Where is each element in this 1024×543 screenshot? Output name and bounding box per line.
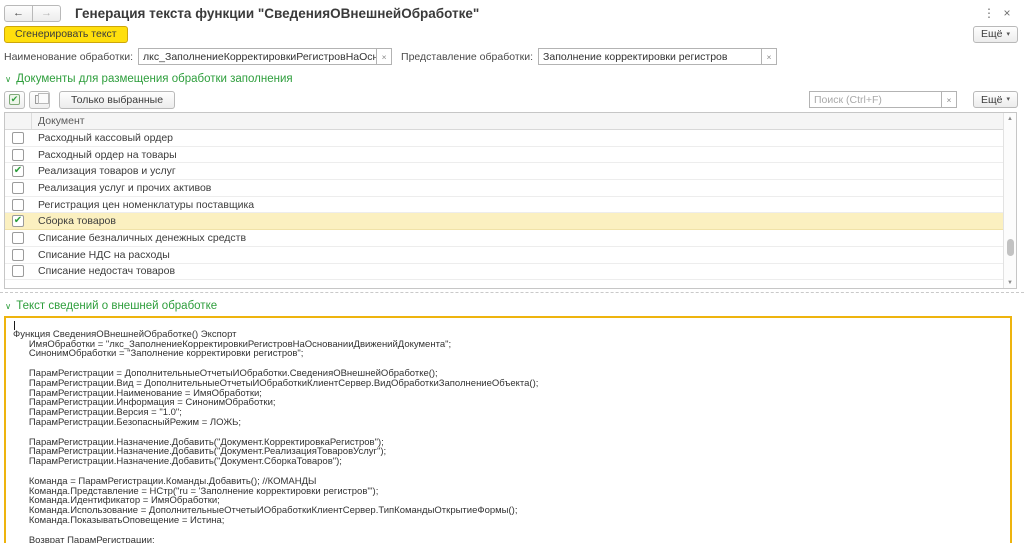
code-editor-lines: Функция СведенияОВнешнейОбработке() Эксп… (13, 320, 1010, 543)
table-row[interactable]: ✔ Сборка товаров (5, 213, 1003, 231)
row-checkbox[interactable] (12, 248, 24, 261)
row-checkbox[interactable] (12, 198, 24, 211)
code-line: Команда.ПоказыватьОповещение = Истина; (13, 514, 225, 526)
code-section-header[interactable]: ∨ Текст сведений о внешней обработке (0, 299, 1024, 313)
back-button[interactable]: ← (4, 4, 33, 22)
scroll-down-icon[interactable]: ▼ (1004, 278, 1016, 287)
table-row[interactable]: ✔ Реализация товаров и услуг (5, 163, 1003, 181)
text-cursor (14, 321, 15, 330)
code-line: ПарамРегистрации.БезопасныйРежим = ЛОЖЬ; (13, 416, 241, 428)
documents-table: Документ Расходный кассовый ордер Расходн… (4, 112, 1017, 289)
presentation-label: Представление обработки: (401, 50, 534, 63)
forward-arrow-icon: → (41, 6, 52, 19)
presentation-field[interactable]: Заполнение корректировки регистров (539, 49, 761, 64)
command-bar: Сгенерировать текст Ещё ▾ (0, 23, 1024, 43)
processing-name-input-group: лкс_ЗаполнениеКорректировкиРегистровНаОс… (138, 48, 393, 65)
only-selected-button[interactable]: Только выбранные (59, 90, 176, 109)
back-arrow-icon: ← (13, 6, 24, 19)
section-splitter[interactable] (0, 292, 1024, 293)
more-button-label: Ещё (981, 28, 1003, 40)
uncheck-all-icon (35, 93, 49, 104)
scroll-up-icon[interactable]: ▲ (1004, 114, 1016, 123)
clear-name-icon[interactable]: × (376, 49, 392, 64)
table-row[interactable]: Регистрация цен номенклатуры поставщика (5, 197, 1003, 214)
scrollbar-thumb[interactable] (1007, 239, 1014, 256)
documents-toolbar: ✔ Только выбранные × Ещё ▾ (0, 90, 1024, 109)
code-line: Возврат ПарамРегистрации; (13, 534, 155, 543)
forward-button[interactable]: → (32, 4, 61, 22)
table-row[interactable]: Реализация услуг и прочих активов (5, 180, 1003, 197)
code-line: ПарамРегистрации.Назначение.Добавить("До… (13, 456, 342, 468)
document-rows: Расходный кассовый ордер Расходный ордер … (5, 130, 1003, 281)
search-input-group: × (809, 91, 957, 108)
table-row[interactable]: Расходный ордер на товары (5, 147, 1003, 164)
generate-text-button[interactable]: Сгенерировать текст (4, 25, 128, 43)
check-all-button[interactable]: ✔ (4, 90, 25, 109)
search-input[interactable] (810, 92, 941, 107)
row-checkbox[interactable] (12, 131, 24, 144)
chevron-down-icon: ▾ (1006, 96, 1010, 103)
table-row[interactable]: Списание НДС на расходы (5, 247, 1003, 264)
documents-section-header[interactable]: ∨ Документы для размещения обработки зап… (0, 72, 1024, 86)
document-name: Списание недостач товаров (38, 265, 176, 278)
table-row[interactable]: Списание недостач товаров (5, 264, 1003, 281)
document-name: Расходный ордер на товары (38, 148, 177, 161)
document-name: Сборка товаров (38, 215, 116, 228)
form-more-button[interactable]: Ещё ▾ (973, 25, 1018, 43)
check-all-icon: ✔ (9, 94, 20, 105)
table-row[interactable]: Списание безналичных денежных средств (5, 230, 1003, 247)
processing-name-label: Наименование обработки: (4, 50, 134, 63)
clear-search-icon[interactable]: × (941, 92, 956, 107)
row-checkbox[interactable] (12, 265, 24, 278)
fields-row: Наименование обработки: лкс_ЗаполнениеКо… (0, 47, 1024, 66)
collapse-chevron-icon: ∨ (5, 73, 12, 84)
page-title: Генерация текста функции "СведенияОВнешн… (75, 5, 480, 21)
presentation-input-group: Заполнение корректировки регистров × (538, 48, 778, 65)
table-header-row: Документ (5, 113, 1016, 130)
uncheck-all-button[interactable] (29, 90, 50, 109)
clear-presentation-icon[interactable]: × (761, 49, 777, 64)
documents-section-title: Документы для размещения обработки запол… (16, 73, 293, 85)
document-name: Регистрация цен номенклатуры поставщика (38, 198, 255, 211)
code-line: СинонимОбработки = "Заполнение корректир… (13, 348, 304, 360)
document-name: Реализация услуг и прочих активов (38, 181, 212, 194)
window-titlebar: ← → Генерация текста функции "СведенияОВ… (0, 0, 1024, 23)
document-name: Расходный кассовый ордер (38, 131, 174, 144)
row-checkbox[interactable] (12, 181, 24, 194)
row-checkbox[interactable]: ✔ (12, 215, 24, 228)
checkbox-column-header (5, 113, 32, 129)
row-checkbox[interactable]: ✔ (12, 165, 24, 178)
row-checkbox[interactable] (12, 231, 24, 244)
document-name: Списание безналичных денежных средств (38, 231, 247, 244)
close-icon[interactable]: × (998, 6, 1016, 20)
kebab-menu-icon[interactable]: ⋮ (980, 6, 998, 20)
collapse-chevron-icon: ∨ (5, 300, 12, 311)
document-name: Реализация товаров и услуг (38, 165, 176, 178)
table-row[interactable]: Расходный кассовый ордер (5, 130, 1003, 147)
chevron-down-icon: ▾ (1006, 30, 1010, 38)
code-section-title: Текст сведений о внешней обработке (16, 300, 218, 312)
row-checkbox[interactable] (12, 148, 24, 161)
code-editor[interactable]: Функция СведенияОВнешнейОбработке() Эксп… (4, 316, 1012, 543)
processing-name-field[interactable]: лкс_ЗаполнениеКорректировкиРегистровНаОс… (139, 49, 376, 64)
navigation-buttons: ← → (4, 4, 61, 22)
document-column-header[interactable]: Документ (32, 115, 85, 127)
document-name: Списание НДС на расходы (38, 248, 170, 261)
table-more-button[interactable]: Ещё ▾ (973, 91, 1018, 108)
more-button-label: Ещё (981, 93, 1003, 106)
table-scrollbar[interactable]: ▲ ▼ (1003, 113, 1016, 288)
